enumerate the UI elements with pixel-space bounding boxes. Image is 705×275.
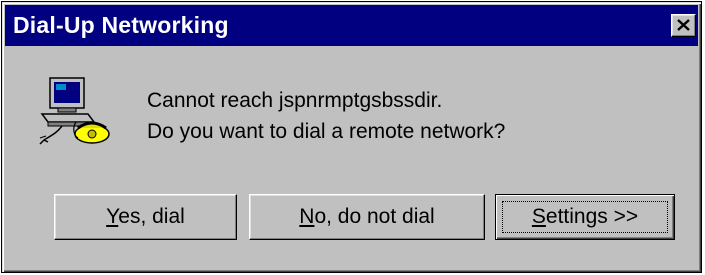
close-button[interactable] <box>671 14 696 37</box>
computer-phone-icon <box>39 77 110 145</box>
settings-label: Settings >> <box>532 205 638 229</box>
message-line-1: Cannot reach jspnrmptgsbssdir. <box>147 89 443 112</box>
no-dial-button[interactable]: No, do not dial <box>249 194 485 240</box>
close-icon <box>677 19 690 31</box>
title-bar[interactable]: Dial-Up Networking <box>5 5 698 46</box>
no-dial-label: No, do not dial <box>299 205 434 229</box>
yes-label-rest: es, dial <box>118 205 185 228</box>
dial-up-dialog: Dial-Up Networking Cannot reach jspnrmpt… <box>1 1 702 273</box>
yes-dial-label: Yes, dial <box>106 205 185 229</box>
no-label-rest: o, do not dial <box>314 205 435 228</box>
message-line-2: Do you want to dial a remote network? <box>147 120 506 143</box>
no-mnemonic: N <box>299 205 315 228</box>
yes-dial-button[interactable]: Yes, dial <box>54 194 237 240</box>
settings-button[interactable]: Settings >> <box>495 194 675 240</box>
window-title: Dial-Up Networking <box>13 12 229 38</box>
settings-label-rest: ettings >> <box>545 205 639 228</box>
yes-mnemonic: Y <box>106 205 119 228</box>
settings-mnemonic: S <box>531 205 546 228</box>
message-text: Cannot reach jspnrmptgsbssdir. Do you wa… <box>147 85 505 147</box>
